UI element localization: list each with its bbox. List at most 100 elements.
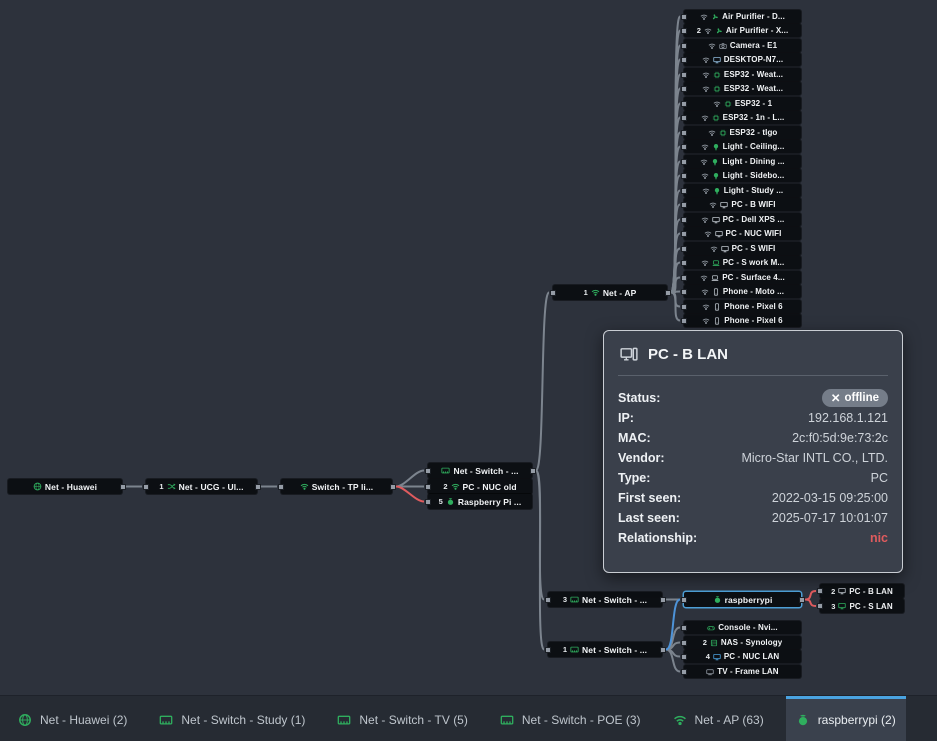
node-leaf17[interactable]: PC - S work M... (684, 256, 801, 269)
node-sw4[interactable]: 1Net - Switch - ... (548, 642, 662, 657)
node-pc_nuc_old[interactable]: 2PC - NUC old (428, 479, 532, 494)
tab-net-ap-63[interactable]: Net - AP (63) (663, 696, 774, 741)
tab-label: Net - Switch - POE (3) (522, 713, 641, 727)
tooltip-value: 2c:f0:5d:9e:73:2c (792, 431, 888, 445)
node-leaf11[interactable]: Light - Sidebo... (684, 169, 801, 182)
node-leaf8[interactable]: ESP32 - tIgo (684, 126, 801, 139)
ethernet-icon (337, 713, 351, 727)
port-number: 1 (159, 482, 163, 491)
bulb-icon (713, 187, 721, 195)
node-leaf2[interactable]: Camera - E1 (684, 39, 801, 52)
wifi-icon (702, 71, 710, 79)
tab-label: Net - Switch - Study (1) (181, 713, 305, 727)
connector-port-left (681, 86, 687, 92)
node-label: Light - Dining ... (722, 157, 784, 166)
tooltip-divider (618, 375, 888, 376)
node-leaf20[interactable]: Phone - Pixel 6 (684, 300, 801, 313)
ethernet-icon (159, 713, 173, 727)
route-icon (167, 482, 176, 491)
node-leaf12[interactable]: Light - Study ... (684, 184, 801, 197)
node-rpi_wifi[interactable]: 5Raspberry Pi ... (428, 494, 532, 509)
network-topology-canvas: Net - Huawei 1Net - UCG - Ul... Switch - T… (0, 0, 937, 741)
connector-port-left (681, 173, 687, 179)
monitor-icon (712, 216, 720, 224)
node-leaf1[interactable]: 2Air Purifier - X... (684, 24, 801, 37)
connector-port-right (660, 597, 666, 603)
wifi-icon (701, 143, 709, 151)
wire-raspberrypi-pc_b_lan (805, 591, 816, 600)
node-pc_s_lan[interactable]: 3PC - S LAN (820, 599, 904, 613)
node-tv_frame[interactable]: TV - Frame LAN (684, 665, 801, 678)
connector-port-left (425, 484, 431, 490)
node-label: PC - Surface 4... (722, 273, 785, 282)
node-label: Net - Huawei (45, 482, 97, 492)
tab-raspberrypi-2[interactable]: raspberrypi (2) (786, 696, 906, 741)
node-leaf14[interactable]: PC - Dell XPS ... (684, 213, 801, 226)
connector-port-left (681, 14, 687, 20)
node-leaf18[interactable]: PC - Surface 4... (684, 271, 801, 284)
node-leaf3[interactable]: DESKTOP-N7... (684, 53, 801, 66)
tooltip-value: 192.168.1.121 (808, 411, 888, 425)
raspberry-icon (713, 595, 722, 604)
node-leaf5[interactable]: ESP32 - Weat... (684, 82, 801, 95)
node-raspberrypi[interactable]: raspberrypi (684, 592, 801, 607)
connector-port-left (681, 597, 687, 603)
tooltip-row: Status:✕offline (618, 388, 888, 408)
node-leaf7[interactable]: ESP32 - 1n - L... (684, 111, 801, 124)
wifi-icon (702, 56, 710, 64)
node-leaf13[interactable]: PC - B WIFI (684, 198, 801, 211)
node-label: PC - B LAN (849, 587, 893, 596)
wifi-icon (702, 187, 710, 195)
node-label: PC - Dell XPS ... (723, 215, 785, 224)
node-leaf9[interactable]: Light - Ceiling... (684, 140, 801, 153)
wifi-icon (704, 27, 712, 35)
node-leaf4[interactable]: ESP32 - Weat... (684, 68, 801, 81)
node-nas[interactable]: 2NAS - Synology (684, 636, 801, 649)
server-icon (710, 639, 718, 647)
tab-net-huawei-2[interactable]: Net - Huawei (2) (8, 696, 137, 741)
chip-icon (719, 129, 727, 137)
node-ucg[interactable]: 1Net - UCG - Ul... (146, 479, 257, 494)
connector-port-left (681, 43, 687, 49)
tab-net-switch-study-1[interactable]: Net - Switch - Study (1) (149, 696, 315, 741)
node-tp[interactable]: Switch - TP li... (281, 479, 392, 494)
node-label: ESP32 - Weat... (724, 70, 783, 79)
status-badge: ✕offline (822, 389, 888, 407)
wifi-icon (701, 172, 709, 180)
node-label: ESP32 - Weat... (724, 84, 783, 93)
monitor-icon (713, 653, 721, 661)
node-sw3[interactable]: 3Net - Switch - ... (548, 592, 662, 607)
node-pc_nuc_lan[interactable]: 4PC - NUC LAN (684, 650, 801, 663)
node-leaf0[interactable]: Air Purifier - D... (684, 10, 801, 23)
node-sw_top[interactable]: Net - Switch - ... (428, 463, 532, 478)
tooltip-value: PC (871, 471, 888, 485)
connector-port-left (681, 304, 687, 310)
phone-icon (712, 288, 720, 296)
chip-icon (713, 85, 721, 93)
node-leaf21[interactable]: Phone - Pixel 6 (684, 314, 801, 327)
tooltip-row: Vendor:Micro-Star INTL CO., LTD. (618, 448, 888, 468)
connector-port-left (681, 669, 687, 675)
wire-sw_top-net_ap (536, 293, 549, 471)
tooltip-row: Last seen:2025-07-17 10:01:07 (618, 508, 888, 528)
tooltip-value: 2025-07-17 10:01:07 (772, 511, 888, 525)
node-console[interactable]: Console - Nvi... (684, 621, 801, 634)
tab-label: Net - Huawei (2) (40, 713, 127, 727)
connector-port-right (530, 468, 536, 474)
wifi-icon (708, 129, 716, 137)
tab-net-switch-poe-3[interactable]: Net - Switch - POE (3) (490, 696, 651, 741)
connector-port-left (278, 484, 284, 490)
node-leaf6[interactable]: ESP32 - 1 (684, 97, 801, 110)
laptop-icon (712, 259, 720, 267)
node-pc_b_lan[interactable]: 2PC - B LAN (820, 584, 904, 598)
connector-port-left (681, 289, 687, 295)
connector-port-left (550, 290, 556, 296)
node-leaf15[interactable]: PC - NUC WIFI (684, 227, 801, 240)
node-leaf16[interactable]: PC - S WIFI (684, 242, 801, 255)
ethernet-icon (500, 713, 514, 727)
node-net_ap[interactable]: 1Net - AP (553, 285, 667, 300)
node-leaf10[interactable]: Light - Dining ... (684, 155, 801, 168)
tab-net-switch-tv-5[interactable]: Net - Switch - TV (5) (327, 696, 477, 741)
node-leaf19[interactable]: Phone - Moto ... (684, 285, 801, 298)
node-huawei[interactable]: Net - Huawei (8, 479, 122, 494)
